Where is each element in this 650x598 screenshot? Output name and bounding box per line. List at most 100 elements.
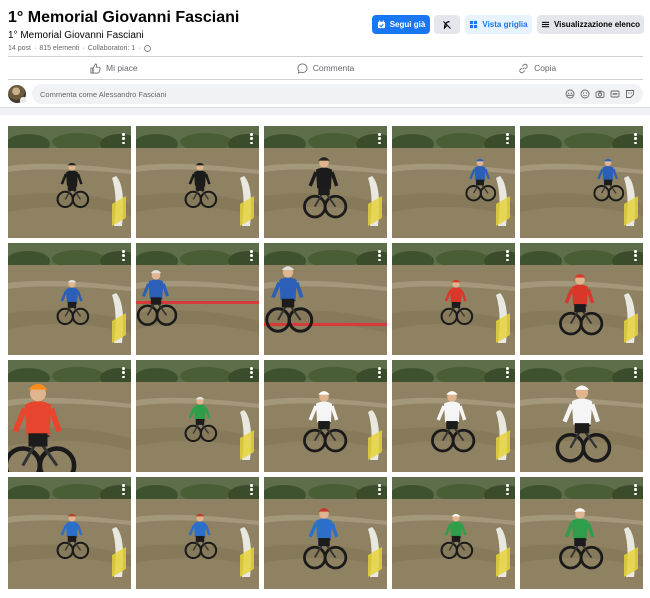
- more-options-icon[interactable]: [634, 250, 637, 261]
- more-options-icon[interactable]: [122, 484, 125, 495]
- list-icon: [541, 21, 550, 28]
- comment-button[interactable]: Commenta: [220, 58, 432, 78]
- divider: [8, 79, 643, 80]
- more-options-icon[interactable]: [506, 367, 509, 378]
- comment-input[interactable]: [40, 89, 565, 99]
- more-options-icon[interactable]: [122, 250, 125, 261]
- more-options-icon[interactable]: [506, 484, 509, 495]
- emoji-icon[interactable]: [580, 89, 590, 99]
- sticker-icon[interactable]: [625, 89, 635, 99]
- avatar-sticker-icon[interactable]: [565, 89, 575, 99]
- follow-button[interactable]: Segui già: [372, 15, 430, 34]
- comment-tools: [565, 89, 635, 99]
- photo-tile[interactable]: [136, 360, 259, 472]
- meta-separator: ·: [138, 45, 141, 52]
- photo-tile[interactable]: [520, 126, 643, 238]
- race-photo: [392, 477, 515, 589]
- race-photo: [264, 243, 387, 355]
- more-options-icon[interactable]: [250, 367, 253, 378]
- race-photo: [8, 477, 131, 589]
- photo-tile[interactable]: [520, 477, 643, 589]
- photo-tile[interactable]: [8, 126, 131, 238]
- copy-label: Copia: [534, 63, 557, 73]
- like-label: Mi piace: [106, 63, 138, 73]
- more-options-icon[interactable]: [506, 133, 509, 144]
- meta-separator: ·: [82, 45, 85, 52]
- album-header: 1° Memorial Giovanni Fasciani 1° Memoria…: [0, 0, 650, 108]
- more-options-icon[interactable]: [506, 250, 509, 261]
- link-icon: [519, 63, 528, 73]
- photo-tile[interactable]: [520, 360, 643, 472]
- race-photo: [392, 126, 515, 238]
- more-options-icon[interactable]: [634, 367, 637, 378]
- photo-tile[interactable]: [392, 477, 515, 589]
- race-photo: [520, 477, 643, 589]
- comment-bubble-icon: [297, 63, 308, 74]
- comment-composer: [8, 84, 643, 104]
- race-photo: [136, 477, 259, 589]
- photo-tile[interactable]: [264, 243, 387, 355]
- race-photo: [392, 243, 515, 355]
- race-photo: [8, 243, 131, 355]
- like-button[interactable]: Mi piace: [8, 58, 220, 78]
- list-view-button[interactable]: Visualizzazione elenco: [537, 15, 644, 34]
- reaction-bar: Mi piace Commenta Copia: [8, 58, 643, 78]
- more-options-icon[interactable]: [250, 484, 253, 495]
- more-options-icon[interactable]: [250, 250, 253, 261]
- photo-tile[interactable]: [392, 360, 515, 472]
- list-view-label: Visualizzazione elenco: [553, 20, 641, 29]
- photo-tile[interactable]: [264, 126, 387, 238]
- photo-tile[interactable]: [136, 477, 259, 589]
- more-options-icon[interactable]: [122, 133, 125, 144]
- more-options-icon[interactable]: [378, 484, 381, 495]
- comment-field-container[interactable]: [32, 84, 643, 104]
- chevron-down-icon: [20, 97, 27, 104]
- album-subtitle: 1° Memorial Giovanni Fasciani: [8, 30, 144, 41]
- more-options-button[interactable]: [434, 15, 460, 34]
- comment-label: Commenta: [312, 63, 355, 73]
- calendar-check-icon: [377, 20, 385, 29]
- more-options-icon[interactable]: [634, 133, 637, 144]
- album-title: 1° Memorial Giovanni Fasciani: [8, 9, 240, 26]
- collaborators-link[interactable]: Collaboratori: 1: [88, 45, 135, 52]
- race-photo: [520, 360, 643, 472]
- photo-tile[interactable]: [8, 360, 131, 472]
- photo-tile[interactable]: [520, 243, 643, 355]
- grid-icon: [470, 20, 478, 29]
- photo-tile[interactable]: [8, 243, 131, 355]
- more-options-icon[interactable]: [378, 367, 381, 378]
- more-options-icon[interactable]: [378, 133, 381, 144]
- meta-separator: ·: [33, 45, 37, 52]
- race-photo: [264, 126, 387, 238]
- photo-tile[interactable]: [392, 243, 515, 355]
- feather-off-icon: [443, 20, 451, 29]
- photo-tile[interactable]: [392, 126, 515, 238]
- globe-icon: [143, 45, 151, 52]
- more-options-icon[interactable]: [250, 133, 253, 144]
- more-options-icon[interactable]: [634, 484, 637, 495]
- divider: [8, 56, 643, 57]
- photo-tile[interactable]: [136, 243, 259, 355]
- race-photo: [8, 126, 131, 238]
- grid-view-button[interactable]: Vista griglia: [465, 15, 532, 34]
- thumbs-up-icon: [90, 63, 101, 73]
- element-count: 815 elementi: [39, 45, 80, 52]
- copy-link-button[interactable]: Copia: [431, 58, 643, 78]
- race-photo: [520, 243, 643, 355]
- race-photo: [264, 477, 387, 589]
- race-photo: [8, 360, 131, 472]
- photo-tile[interactable]: [264, 477, 387, 589]
- more-options-icon[interactable]: [122, 367, 125, 378]
- photo-tile[interactable]: [136, 126, 259, 238]
- race-photo: [136, 360, 259, 472]
- avatar[interactable]: [8, 85, 27, 104]
- race-photo: [520, 126, 643, 238]
- camera-icon[interactable]: [595, 89, 605, 99]
- photo-tile[interactable]: [8, 477, 131, 589]
- grid-view-label: Vista griglia: [482, 20, 528, 29]
- gif-icon[interactable]: [610, 89, 620, 99]
- more-options-icon[interactable]: [378, 250, 381, 261]
- photo-tile[interactable]: [264, 360, 387, 472]
- race-photo: [264, 360, 387, 472]
- album-meta: 14 post · 815 elementi · Collaboratori: …: [8, 45, 151, 52]
